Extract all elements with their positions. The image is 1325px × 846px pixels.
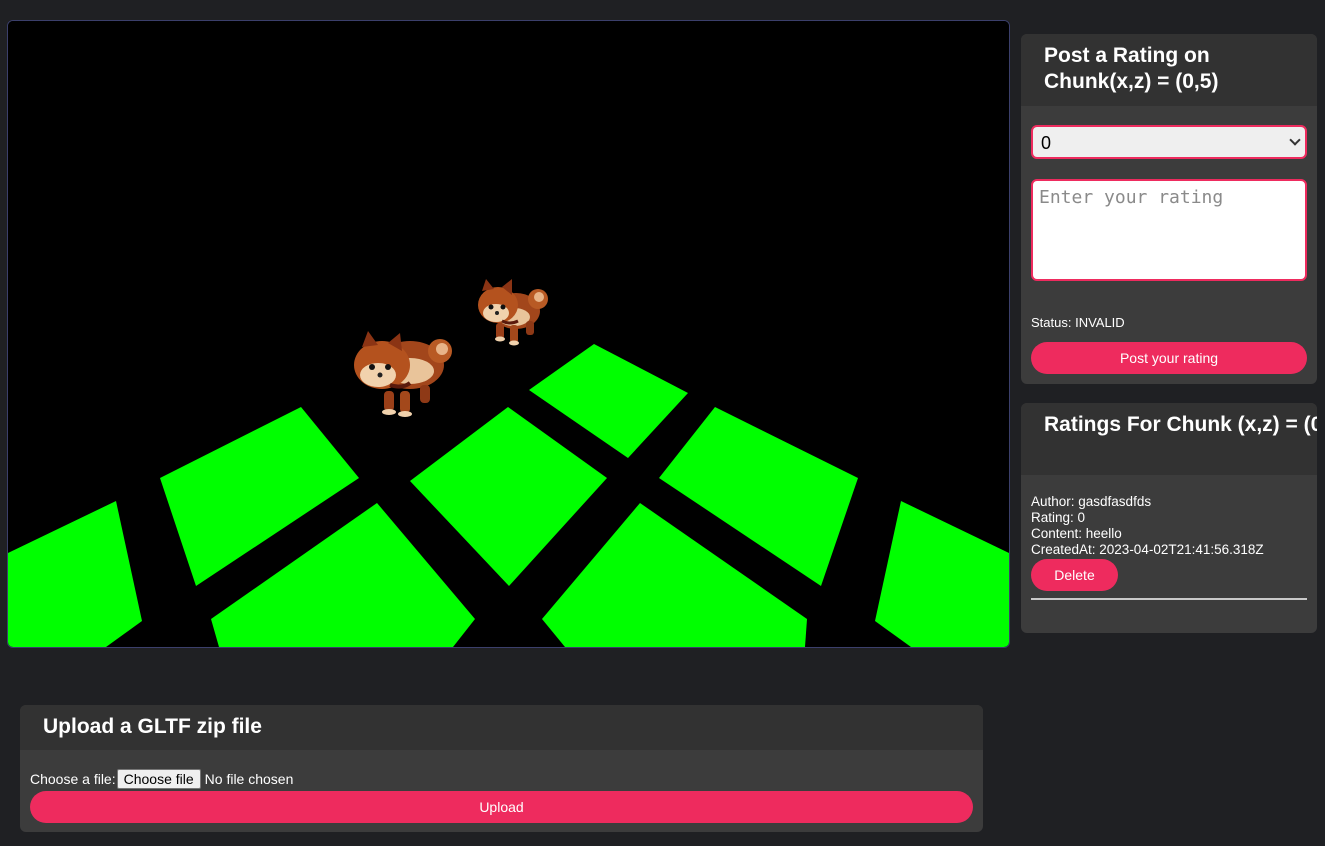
post-rating-button[interactable]: Post your rating (1031, 342, 1307, 374)
file-input-row: Choose a file: Choose file No file chose… (30, 769, 293, 789)
rating-created-at: CreatedAt: 2023-04-02T21:41:56.318Z (1031, 542, 1264, 557)
rating-textarea-placeholder: Enter your rating (1039, 187, 1224, 208)
ratings-list-title: Ratings For Chunk (x,z) = (0,5) (1021, 403, 1317, 475)
list-item: Author: gasdfasdfds Rating: 0 Content: h… (1031, 494, 1307, 591)
file-input-label: Choose a file: (30, 771, 116, 787)
rating-select-value: 0 (1041, 133, 1052, 153)
upload-button[interactable]: Upload (30, 791, 973, 823)
upload-title: Upload a GLTF zip file (20, 705, 983, 750)
scene-canvas[interactable] (8, 21, 1009, 647)
delete-button[interactable]: Delete (1031, 559, 1118, 591)
scene-viewport[interactable] (7, 20, 1010, 648)
divider (1031, 598, 1307, 600)
rating-author: Author: gasdfasdfds (1031, 494, 1152, 509)
rating-value: Rating: 0 (1031, 510, 1086, 525)
ratings-list-panel: Ratings For Chunk (x,z) = (0,5) Author: … (1021, 403, 1317, 633)
post-rating-title: Post a Rating on Chunk(x,z) = (0,5) (1021, 34, 1317, 106)
upload-panel: Upload a GLTF zip file Choose a file: Ch… (20, 705, 983, 832)
status-text: Status: INVALID (1031, 315, 1125, 330)
rating-select[interactable]: 0 (1031, 125, 1307, 159)
choose-file-button[interactable]: Choose file (116, 769, 201, 789)
file-status: No file chosen (204, 771, 294, 787)
rating-content: Content: heello (1031, 526, 1122, 541)
post-rating-panel: Post a Rating on Chunk(x,z) = (0,5) 0 En… (1021, 34, 1317, 384)
rating-textarea[interactable]: Enter your rating (1031, 179, 1307, 281)
chevron-down-icon (1289, 134, 1301, 146)
